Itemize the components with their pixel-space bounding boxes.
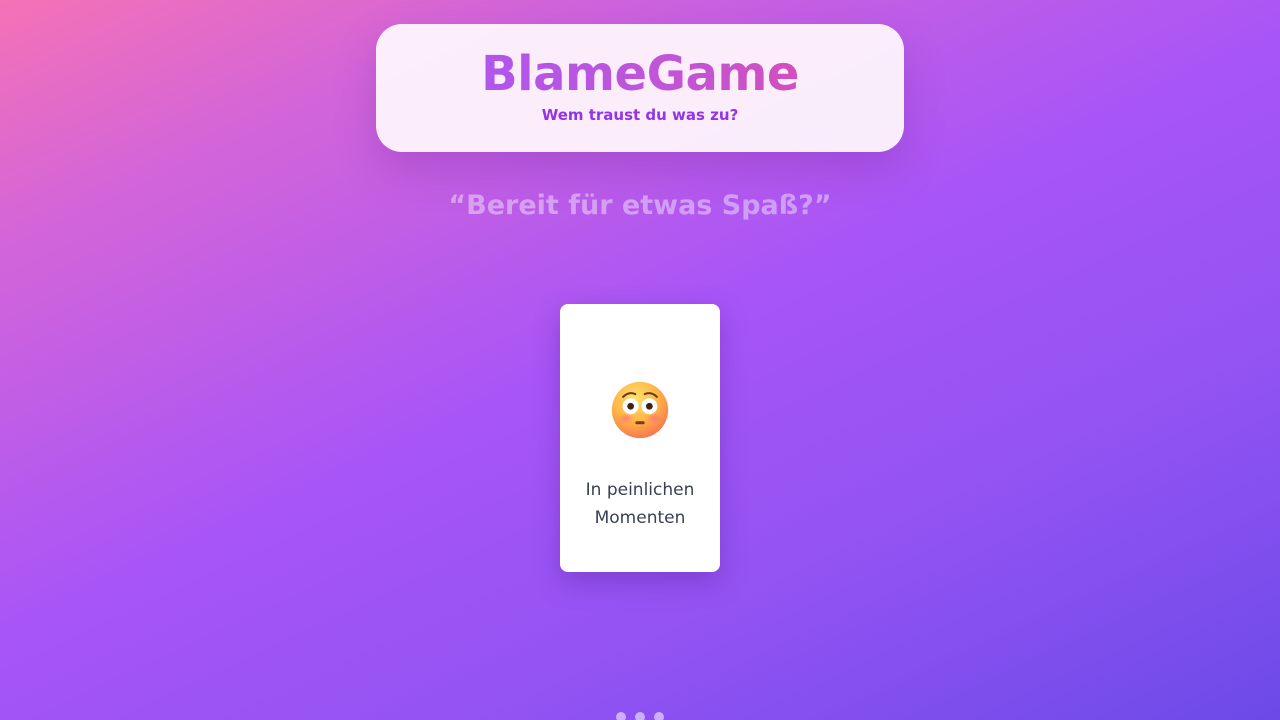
app-title: BlameGame: [376, 46, 904, 102]
loading-dot: [635, 712, 645, 720]
loading-dot: [616, 712, 626, 720]
answer-card[interactable]: In peinlichen Momenten: [560, 304, 720, 572]
flushed-face-icon: [611, 381, 669, 439]
app-subtitle: Wem traust du was zu?: [541, 106, 739, 124]
header-card: BlameGame Wem traust du was zu?: [376, 24, 904, 152]
loading-indicator: [616, 712, 664, 720]
loading-dot: [654, 712, 664, 720]
tagline: “Bereit für etwas Spaß?”: [448, 190, 832, 221]
card-label: In peinlichen Momenten: [585, 480, 695, 528]
